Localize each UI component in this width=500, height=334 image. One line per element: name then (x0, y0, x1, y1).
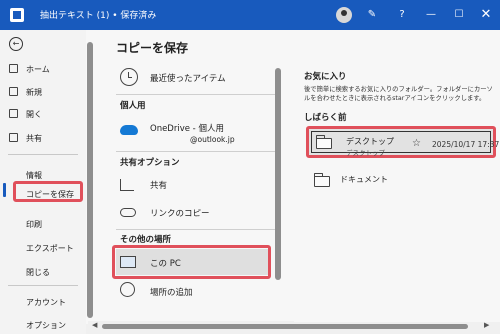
sidebar-item-export[interactable]: エクスポート (0, 238, 86, 258)
sidebar-item-save-copy[interactable]: コピーを保存 (0, 187, 86, 207)
folder-icon (316, 135, 332, 149)
section-personal: 個人用 (120, 101, 146, 111)
new-document-icon (9, 87, 18, 96)
favorites-description: 後で簡単に検索するお気に入りのフォルダー。フォルダーにカーソルを合わせたときに表… (304, 86, 493, 102)
sidebar-item-close[interactable]: 閉じる (0, 262, 86, 282)
minimize-button[interactable]: — (421, 6, 441, 24)
scroll-left-arrow-icon[interactable]: ◀ (92, 321, 97, 329)
sidebar-divider (8, 154, 78, 155)
window-title: 抽出テキスト (1) • 保存済み (40, 11, 157, 21)
folder-date: 2025/10/17 17:37 (432, 140, 500, 149)
sidebar-scrollbar[interactable] (87, 42, 93, 318)
location-this-pc[interactable]: この PC (112, 253, 272, 273)
app-icon (10, 8, 24, 22)
horizontal-scroll-thumb[interactable] (102, 324, 468, 329)
page-title: コピーを保存 (116, 41, 189, 55)
sidebar-item-home[interactable]: ホーム (0, 59, 86, 79)
section-divider (116, 229, 276, 230)
folder-panel: お気に入り 後で簡単に検索するお気に入りのフォルダー。フォルダーにカーソルを合わ… (294, 30, 500, 322)
section-share-options: 共有オプション (120, 158, 180, 168)
recent-folder-focus: デスクトップ デスクトップ ☆ 2025/10/17 17:37 (311, 131, 499, 157)
save-location-panel: コピーを保存 最近使ったアイテム 個人用 OneDrive - 個人用 @out… (86, 30, 294, 324)
horizontal-scrollbar[interactable]: ◀ ▶ (88, 321, 492, 332)
sidebar-divider (8, 285, 78, 286)
sidebar-item-share[interactable]: 共有 (0, 128, 86, 148)
recent-title: しばらく前 (304, 113, 347, 123)
location-panel-scrollbar[interactable] (275, 68, 281, 280)
close-button[interactable]: ✕ (476, 6, 496, 24)
location-copy-link[interactable]: リンクのコピー (112, 203, 272, 223)
link-icon (120, 208, 136, 217)
profile-icon[interactable] (336, 7, 352, 23)
section-divider (116, 94, 276, 95)
scroll-right-arrow-icon[interactable]: ▶ (484, 321, 489, 329)
home-icon (9, 64, 18, 73)
sidebar-item-account[interactable]: アカウント (0, 292, 86, 312)
share-icon (9, 133, 18, 142)
favorites-title: お気に入り (304, 72, 347, 82)
back-button[interactable]: ← (9, 37, 23, 51)
title-bar: 抽出テキスト (1) • 保存済み ✎ ? — ☐ ✕ (0, 0, 500, 30)
pen-icon[interactable]: ✎ (362, 6, 382, 24)
location-share[interactable]: 共有 (112, 175, 272, 195)
sidebar-item-new[interactable]: 新規 (0, 82, 86, 102)
maximize-button[interactable]: ☐ (449, 6, 469, 24)
section-other-locations: その他の場所 (120, 235, 172, 245)
computer-icon (120, 256, 136, 268)
onedrive-cloud-icon (120, 125, 138, 135)
star-icon[interactable]: ☆ (412, 139, 421, 149)
sidebar-item-print[interactable]: 印刷 (0, 214, 86, 234)
recent-folder-documents[interactable]: ドキュメント (306, 168, 496, 192)
folder-open-icon (9, 109, 18, 118)
section-divider (116, 151, 276, 152)
onedrive-email: @outlook.jp (190, 135, 235, 144)
recent-folder-desktop[interactable]: デスクトップ デスクトップ ☆ 2025/10/17 17:37 (306, 126, 499, 158)
location-recent[interactable]: 最近使ったアイテム (112, 68, 272, 88)
help-button[interactable]: ? (392, 6, 412, 24)
location-onedrive[interactable]: OneDrive - 個人用 @outlook.jp (112, 120, 272, 148)
clock-icon (120, 68, 138, 86)
backstage-sidebar: ← ホーム 新規 開く 共有 情報 コピーを保存 印刷 エクスポート 閉じる ア… (0, 30, 86, 334)
sidebar-item-open[interactable]: 開く (0, 104, 86, 124)
location-add-place[interactable]: 場所の追加 (112, 282, 272, 302)
globe-add-icon (120, 282, 135, 297)
sidebar-item-options[interactable]: オプション (0, 315, 86, 334)
folder-icon (314, 173, 330, 187)
share-icon (120, 179, 134, 191)
